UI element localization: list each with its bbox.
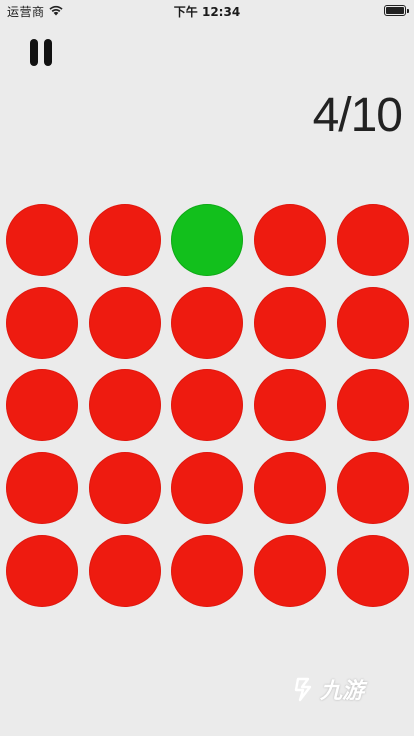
watermark-logo-icon [294, 677, 312, 702]
pause-icon [30, 38, 38, 66]
pause-button[interactable] [26, 36, 56, 68]
circle-red[interactable] [88, 534, 161, 607]
circle-red[interactable] [254, 534, 327, 607]
circle-red[interactable] [254, 369, 327, 442]
circle-red[interactable] [88, 204, 161, 276]
circle-red[interactable] [171, 452, 244, 525]
circle-red[interactable] [336, 534, 409, 607]
circle-red[interactable] [88, 452, 161, 525]
circle-red[interactable] [6, 369, 78, 442]
circle-red[interactable] [171, 286, 244, 359]
circle-red[interactable] [6, 286, 78, 359]
battery-icon [384, 5, 409, 16]
pause-icon-bar [44, 38, 52, 66]
status-time: 下午 12:34 [173, 5, 241, 19]
circle-red[interactable] [6, 534, 78, 607]
circle-red[interactable] [254, 204, 327, 276]
score-counter: 4/10 [312, 89, 403, 142]
circle-red[interactable] [6, 204, 78, 276]
target-circle-green[interactable] [171, 204, 244, 276]
circle-red[interactable] [88, 369, 161, 442]
circle-red[interactable] [254, 452, 327, 525]
circle-red[interactable] [336, 204, 409, 276]
watermark-text: 九游 [320, 679, 365, 704]
circle-red[interactable] [6, 452, 78, 525]
circle-red[interactable] [336, 369, 409, 442]
circle-red[interactable] [171, 369, 244, 442]
circle-red[interactable] [336, 452, 409, 525]
circle-red[interactable] [254, 286, 327, 359]
circle-red[interactable] [336, 286, 409, 359]
watermark: 九游 [290, 674, 382, 704]
status-bar: 运营商 下午 12:34 [0, 0, 414, 22]
circle-red[interactable] [88, 286, 161, 359]
circle-red[interactable] [171, 534, 244, 607]
